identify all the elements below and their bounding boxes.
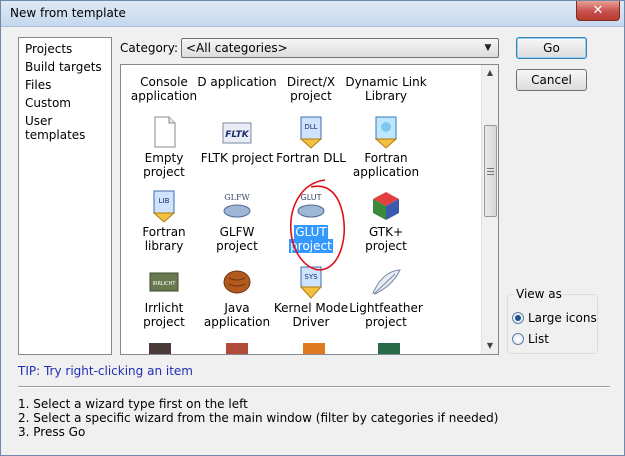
svg-text:DLL: DLL (304, 123, 317, 131)
red-annotation-circle (290, 179, 345, 271)
chevron-down-icon: ▼ (484, 43, 492, 53)
view-as-legend: View as (514, 287, 564, 301)
template-grid[interactable]: Console application D application Direct/… (120, 64, 499, 355)
scroll-up-icon[interactable]: ▲ (482, 65, 498, 81)
list-radio[interactable]: List (512, 332, 549, 346)
lightfeather-icon (369, 265, 403, 299)
scrollbar-thumb[interactable] (484, 125, 497, 217)
divider (18, 386, 610, 388)
title-bar: New from template ✕ (1, 1, 624, 27)
template-item[interactable]: Lightfeather project (343, 261, 429, 333)
template-item[interactable]: GTK+ project (343, 185, 429, 259)
glfw-icon: GLFW (220, 189, 254, 223)
list-item-custom[interactable]: Custom (25, 96, 71, 110)
svg-text:GLFW: GLFW (224, 193, 250, 202)
fortran-dll-icon: DLL (294, 115, 328, 149)
partial-template-icon (226, 343, 248, 354)
close-button[interactable]: ✕ (576, 1, 620, 21)
svg-text:FLTK: FLTK (225, 130, 250, 140)
fltk-icon: FLTK (220, 115, 254, 149)
view-as-group: View as Large icons List (507, 287, 598, 354)
window-title: New from template (10, 6, 126, 20)
template-grid-scrollbar[interactable]: ▲ ▼ (481, 65, 498, 354)
svg-text:LIB: LIB (159, 197, 170, 205)
radio-checked-icon (512, 312, 524, 324)
tip-text: TIP: Try right-clicking an item (18, 364, 193, 378)
cancel-button[interactable]: Cancel (516, 69, 587, 91)
empty-project-icon (147, 115, 181, 149)
template-item[interactable]: Fortran application (343, 111, 429, 183)
wizard-type-list[interactable]: Projects Build targets Files Custom User… (18, 37, 112, 355)
category-value: <All categories> (186, 41, 288, 55)
go-button[interactable]: Go (516, 37, 587, 59)
template-item[interactable]: Direct/X project (268, 65, 354, 111)
radio-unchecked-icon (512, 333, 524, 345)
irrlicht-icon: IRRLICHT (147, 265, 181, 299)
list-item-files[interactable]: Files (25, 78, 51, 92)
partial-template-icon (149, 343, 171, 354)
svg-text:IRRLICHT: IRRLICHT (153, 281, 177, 287)
instruction-line: 1. Select a wizard type first on the lef… (18, 397, 248, 411)
scroll-down-icon[interactable]: ▼ (482, 338, 498, 354)
instruction-line: 2. Select a specific wizard from the mai… (18, 411, 499, 425)
partial-template-icon (378, 343, 400, 354)
instruction-line: 3. Press Go (18, 425, 86, 439)
category-select[interactable]: <All categories> ▼ (181, 38, 499, 58)
fortran-app-icon (369, 115, 403, 149)
new-from-template-dialog: New from template ✕ Projects Build targe… (0, 0, 625, 456)
gtk-icon (369, 189, 403, 223)
list-item-user-templates[interactable]: User templates (25, 114, 111, 142)
template-item[interactable]: DLL Fortran DLL (268, 111, 354, 183)
list-item-projects[interactable]: Projects (25, 42, 72, 56)
category-label: Category: (120, 41, 178, 55)
template-item[interactable]: Dynamic Link Library (343, 65, 429, 111)
list-item-build-targets[interactable]: Build targets (25, 60, 102, 74)
fortran-lib-icon: LIB (147, 189, 181, 223)
java-icon (220, 265, 254, 299)
partial-template-icon (303, 343, 325, 354)
close-icon: ✕ (592, 3, 604, 18)
large-icons-radio[interactable]: Large icons (512, 311, 597, 325)
